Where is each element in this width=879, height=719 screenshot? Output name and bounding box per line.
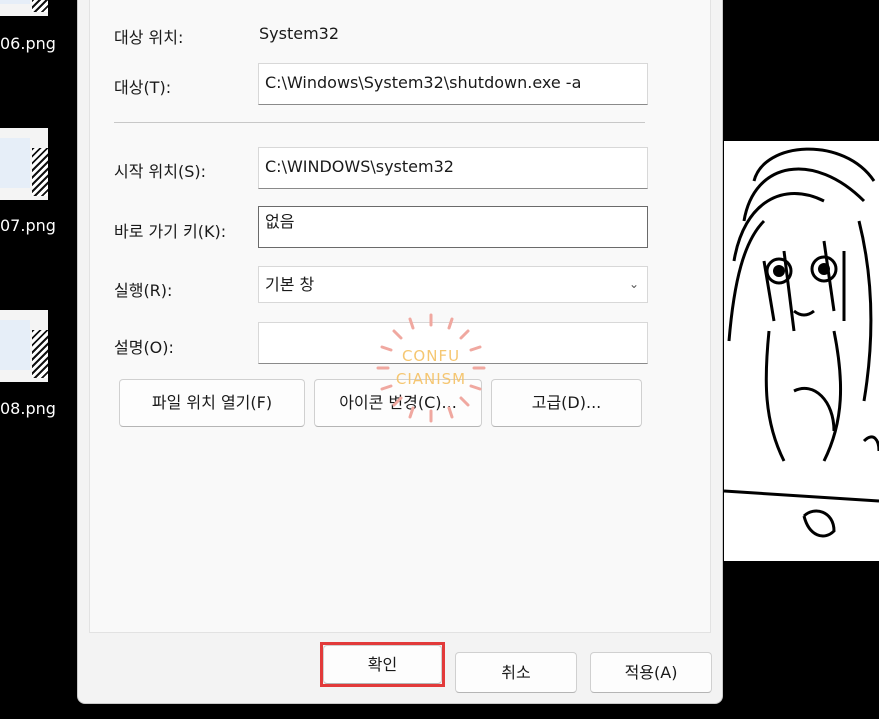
target-location-value: System32 [259, 24, 340, 43]
manga-illustration [724, 141, 879, 561]
run-select-value: 기본 창 [265, 275, 315, 294]
start-in-label: 시작 위치(S): [114, 162, 206, 181]
desktop-icon-label[interactable]: 07.png [0, 216, 56, 235]
comment-label: 설명(O): [114, 338, 174, 357]
cancel-button[interactable]: 취소 [455, 652, 577, 693]
target-location-label: 대상 위치: [114, 28, 184, 47]
open-file-location-button[interactable]: 파일 위치 열기(F) [119, 379, 305, 427]
advanced-button[interactable]: 고급(D)... [491, 379, 642, 427]
comment-input[interactable] [258, 322, 648, 364]
target-label: 대상(T): [114, 78, 172, 97]
separator [114, 122, 645, 123]
run-select[interactable]: 기본 창 ⌄ [258, 266, 648, 303]
shortcut-tab-panel: 대상 위치: System32 대상(T): C:\Windows\System… [89, 0, 711, 633]
ok-button-highlight-box [320, 642, 445, 687]
desktop-thumbnail-07[interactable] [0, 128, 48, 200]
chevron-down-icon: ⌄ [628, 277, 639, 291]
desktop-icon-label[interactable]: 06.png [0, 34, 56, 53]
apply-button[interactable]: 적용(A) [590, 652, 712, 693]
desktop-thumbnail-06[interactable] [0, 0, 48, 16]
desktop-icon-label[interactable]: 08.png [0, 399, 56, 418]
run-label: 실행(R): [114, 281, 173, 300]
start-in-input[interactable]: C:\WINDOWS\system32 [258, 147, 648, 189]
change-icon-button[interactable]: 아이콘 변경(C)... [314, 379, 482, 427]
manga-image [724, 141, 879, 561]
target-input[interactable]: C:\Windows\System32\shutdown.exe -a [258, 63, 648, 105]
shortcut-key-label: 바로 가기 키(K): [114, 222, 227, 241]
desktop-thumbnail-08[interactable] [0, 310, 48, 382]
desktop: 06.png 07.png 08.png 대상 위치: System32 대상(… [0, 0, 879, 719]
shortcut-properties-dialog: 대상 위치: System32 대상(T): C:\Windows\System… [77, 0, 723, 704]
shortcut-key-input[interactable]: 없음 [258, 206, 648, 248]
